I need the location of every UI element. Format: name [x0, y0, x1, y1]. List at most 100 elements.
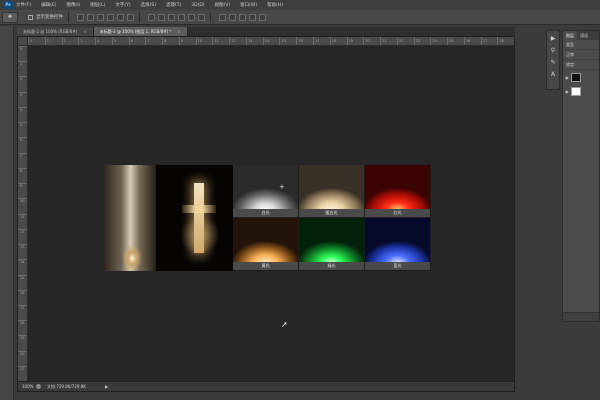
align-middle-icon[interactable] — [87, 13, 94, 21]
layer-row[interactable]: ◉ — [563, 84, 599, 98]
ruler-tick: 20 — [18, 350, 27, 366]
menu-file[interactable]: 文件(F) — [16, 2, 31, 8]
ruler-tick: 0 — [28, 37, 45, 45]
play-icon[interactable]: ▶ — [549, 35, 557, 43]
ruler-tick: 26 — [463, 37, 481, 45]
mouse-pointer-icon: ➚ — [281, 320, 288, 329]
ruler-tick: 14 — [18, 259, 27, 274]
align-left-icon[interactable] — [107, 13, 114, 21]
ruler-tick: 4 — [18, 106, 27, 122]
align-center-icon[interactable] — [117, 13, 124, 21]
ruler-tick: 18 — [329, 37, 347, 45]
history-icon[interactable]: ⚲ — [549, 47, 557, 55]
3d-roll-icon[interactable] — [229, 13, 236, 21]
visibility-eye-icon[interactable]: ◉ — [565, 89, 569, 94]
light-sample-warm-white: 暖白光 — [299, 165, 365, 218]
status-icon — [36, 384, 41, 389]
ruler-tick: 28 — [497, 37, 514, 45]
distribute-top-icon[interactable] — [148, 13, 155, 21]
ruler-tick: 19 — [346, 37, 364, 45]
3d-pan-icon[interactable] — [239, 13, 246, 21]
filter-kind-label[interactable]: 类型 — [566, 42, 574, 48]
ruler-tick: 6 — [18, 137, 27, 152]
brush-icon[interactable]: ✎ — [549, 59, 557, 67]
close-icon[interactable]: × — [83, 29, 86, 34]
ruler-tick: 13 — [18, 244, 27, 259]
distribute-left-icon[interactable] — [178, 13, 185, 21]
distribute-middle-icon[interactable] — [158, 13, 165, 21]
distribute-center-icon[interactable] — [188, 13, 195, 21]
tab-layers[interactable]: 图层 — [563, 31, 577, 40]
menu-select[interactable]: 选择(S) — [141, 2, 156, 8]
document-image[interactable]: 白光 暖白光 红光 黄光 绿光 蓝光 — [103, 165, 431, 271]
menu-view[interactable]: 视图(V) — [215, 2, 231, 8]
separator — [210, 12, 211, 22]
menu-edit[interactable]: 编辑(E) — [41, 2, 56, 8]
3d-rotate-icon[interactable] — [219, 13, 226, 21]
crosshair-cursor-icon: + — [279, 183, 285, 191]
tab-document-2[interactable]: 未标题-2 @ 100% (RGB/8#) × — [17, 27, 94, 36]
ruler-tick: 17 — [313, 37, 330, 45]
character-icon[interactable]: A — [549, 71, 557, 79]
document-tabs: 未标题-2 @ 100% (RGB/8#) × 未标题-3 @ 100% (图层 … — [17, 27, 515, 36]
layer-thumbnail — [570, 86, 581, 96]
ruler-tick: 20 — [363, 37, 380, 45]
auto-select-checkbox[interactable] — [28, 14, 33, 20]
panel-footer — [563, 312, 599, 321]
ruler-tick: 5 — [111, 37, 129, 45]
ruler-tick: 15 — [279, 37, 296, 45]
ruler-tick: 8 — [162, 37, 179, 45]
3d-scale-icon[interactable] — [259, 13, 266, 21]
ruler-tick: 15 — [18, 274, 27, 290]
tab-document-3[interactable]: 未标题-3 @ 100% (图层 1, RGB/8#) * × — [93, 27, 188, 36]
distribute-bottom-icon[interactable] — [168, 13, 175, 21]
photoshop-window: Ps 文件(F) 编辑(E) 图像(I) 图层(L) 文字(Y) 选择(S) 滤… — [0, 0, 600, 400]
status-bar: 100% 文档:729.8K/729.8K ▶ — [18, 381, 514, 391]
ruler-tick: 21 — [18, 365, 27, 381]
menu-type[interactable]: 文字(Y) — [115, 2, 130, 8]
menu-3d[interactable]: 3D(D) — [191, 3, 204, 8]
ruler-tick: 10 — [195, 37, 213, 45]
blend-mode[interactable]: 正常 — [566, 52, 574, 58]
menu-image[interactable]: 图像(I) — [66, 2, 80, 8]
ruler-tick: 3 — [78, 37, 95, 45]
panel-tabs: 图层 通道 — [563, 31, 599, 40]
ruler-tick: 5 — [18, 122, 27, 137]
ruler-tick: 3 — [18, 91, 27, 107]
menu-help[interactable]: 帮助(H) — [267, 2, 283, 8]
ruler-corner[interactable] — [18, 37, 28, 46]
separator — [68, 12, 69, 22]
transform-controls-label: 显示变换控件 — [36, 15, 63, 20]
layer-row[interactable]: ◉ — [563, 70, 599, 84]
ruler-tick: 18 — [18, 320, 27, 335]
move-tool-icon[interactable]: ✥ — [2, 11, 18, 23]
light-sample-red: 红光 — [365, 165, 431, 218]
ruler-tick: 1 — [18, 61, 27, 76]
close-icon[interactable]: × — [177, 29, 180, 34]
menu-bar: Ps 文件(F) 编辑(E) 图像(I) 图层(L) 文字(Y) 选择(S) 滤… — [0, 0, 600, 10]
align-right-icon[interactable] — [127, 13, 134, 21]
menu-filter[interactable]: 滤镜(T) — [166, 2, 181, 8]
3d-slide-icon[interactable] — [249, 13, 256, 21]
distribute-right-icon[interactable] — [198, 13, 205, 21]
tab-channels[interactable]: 通道 — [577, 31, 591, 40]
align-bottom-icon[interactable] — [97, 13, 104, 21]
light-sample-white: 白光 — [233, 165, 299, 218]
ruler-tick: 11 — [18, 213, 27, 229]
align-top-icon[interactable] — [77, 13, 84, 21]
light-color-grid: 白光 暖白光 红光 黄光 绿光 蓝光 — [233, 165, 431, 271]
status-menu-arrow-icon[interactable]: ▶ — [105, 384, 108, 389]
vertical-ruler[interactable]: 0 1 2 3 4 5 6 7 8 9 10 11 12 13 14 15 16 17 18 19 20 21 — [18, 46, 28, 381]
light-sample-green: 绿光 — [299, 218, 365, 271]
ruler-tick: 11 — [212, 37, 229, 45]
ruler-tick: 22 — [396, 37, 414, 45]
menu-window[interactable]: 窗口(W) — [240, 2, 257, 8]
ruler-tick: 2 — [18, 76, 27, 91]
horizontal-ruler[interactable]: 0 1 2 3 4 5 6 7 8 9 10 11 12 13 14 15 16 17 18 19 20 21 22 23 24… — [28, 37, 514, 46]
ruler-tick: 16 — [296, 37, 313, 45]
visibility-eye-icon[interactable]: ◉ — [565, 75, 569, 80]
menu-layer[interactable]: 图层(L) — [90, 2, 105, 8]
tools-panel[interactable] — [0, 26, 14, 400]
zoom-level[interactable]: 100% — [18, 384, 36, 389]
ruler-tick: 24 — [430, 37, 447, 45]
